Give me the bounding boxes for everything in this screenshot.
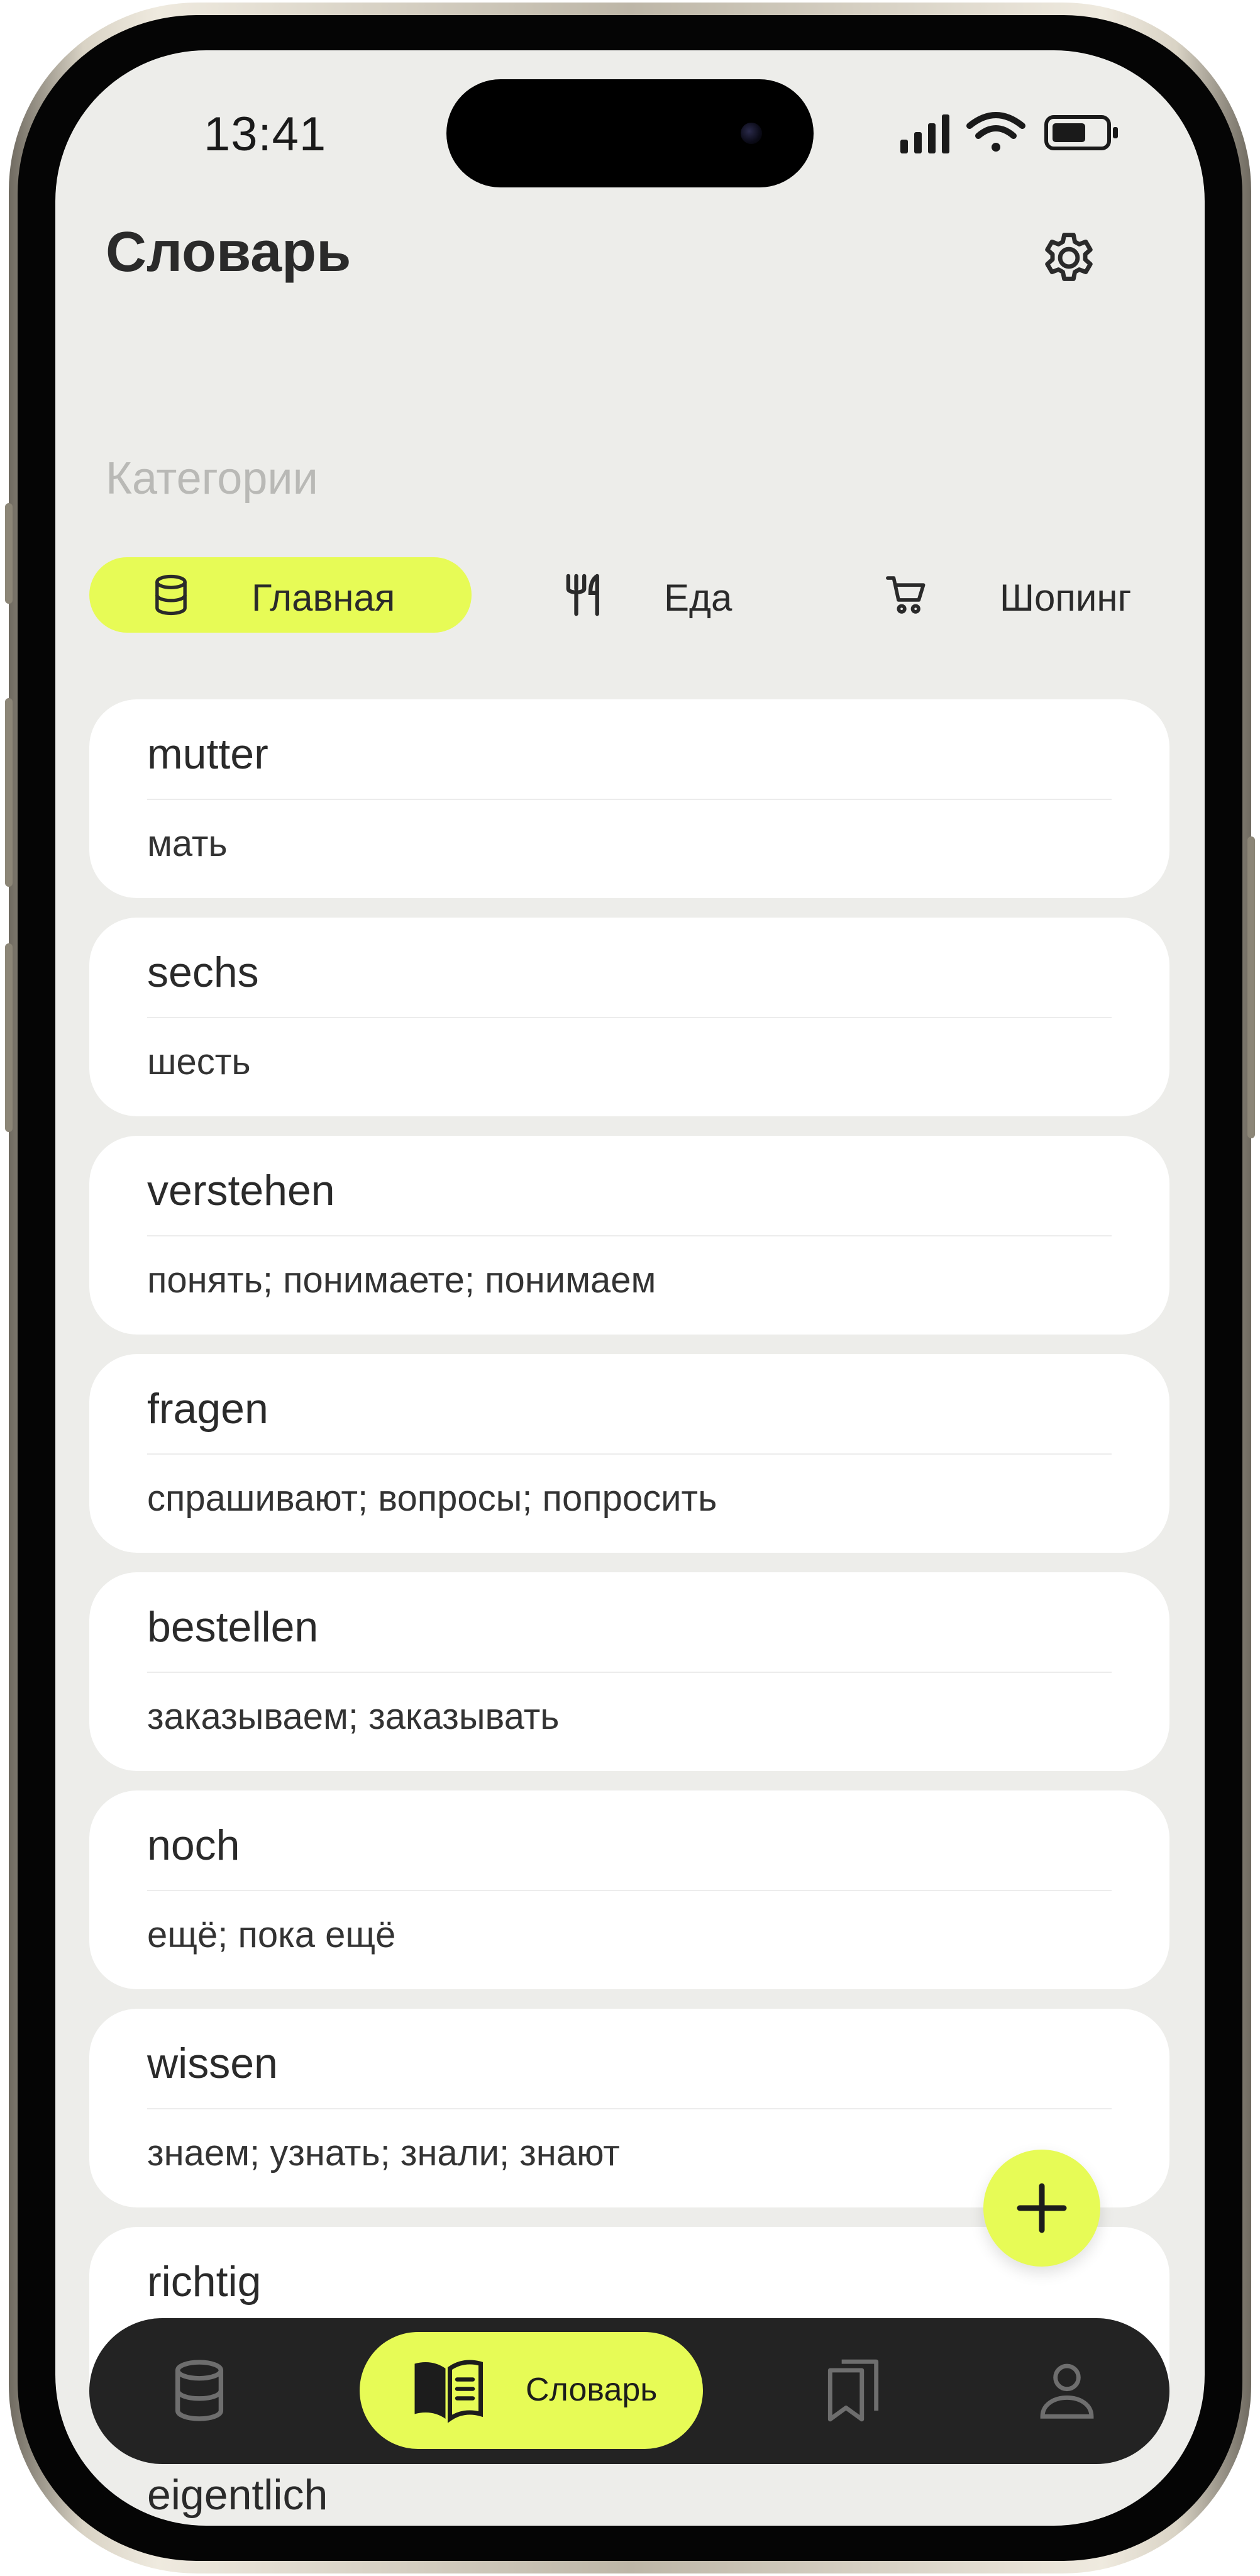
settings-button[interactable] — [1036, 225, 1102, 291]
word-text: sechs — [147, 948, 259, 996]
bottom-nav: Словарь — [89, 2318, 1169, 2464]
card-divider — [147, 799, 1112, 800]
word-card[interactable]: sechs шесть — [89, 918, 1169, 1116]
card-divider — [147, 1672, 1112, 1673]
word-card[interactable]: noch ещё; пока ещё — [89, 1790, 1169, 1989]
app-screen: 13:41 Словарь Категории Главная Еда Шопи… — [55, 50, 1205, 2526]
category-label-main: Главная — [251, 577, 395, 619]
word-card[interactable]: mutter мать — [89, 699, 1169, 898]
volume-up-button — [5, 698, 13, 887]
word-translation: шесть — [147, 1041, 251, 1082]
status-time: 13:41 — [204, 108, 327, 161]
fork-knife-icon — [566, 574, 599, 616]
nav-item-profile[interactable] — [1032, 2356, 1102, 2425]
battery-icon — [1044, 115, 1118, 150]
word-card[interactable]: verstehen понять; понимаете; понимаем — [89, 1136, 1169, 1335]
page-title: Словарь — [106, 221, 351, 284]
word-translation: мать — [147, 823, 228, 864]
category-chip-main[interactable]: Главная — [89, 557, 472, 633]
status-icons — [895, 108, 1159, 158]
word-text: bestellen — [147, 1603, 319, 1651]
card-divider — [147, 1017, 1112, 1018]
plus-icon — [1017, 2183, 1067, 2233]
word-text: fragen — [147, 1385, 268, 1433]
word-card[interactable]: fragen спрашивают; вопросы; попросить — [89, 1354, 1169, 1553]
word-text: mutter — [147, 730, 268, 778]
word-translation: знаем; узнать; знали; знают — [147, 2133, 620, 2174]
card-divider — [147, 1890, 1112, 1891]
database-icon — [155, 574, 187, 616]
open-book-icon — [414, 2360, 483, 2423]
wifi-icon — [966, 112, 1025, 152]
word-text: verstehen — [147, 1167, 335, 1214]
word-text: richtig — [147, 2258, 262, 2306]
word-text: eigentlich — [147, 2471, 328, 2519]
gear-icon — [1045, 233, 1093, 281]
nav-item-dictionary-label: Словарь — [526, 2372, 658, 2408]
card-divider — [147, 2108, 1112, 2109]
card-divider — [147, 1453, 1112, 1455]
nav-item-dictionary[interactable]: Словарь — [360, 2332, 703, 2449]
category-label-shopping: Шопинг — [1000, 577, 1132, 619]
volume-down-button — [5, 943, 13, 1132]
category-label-food: Еда — [664, 577, 732, 619]
cellular-signal-icon — [900, 114, 949, 153]
card-divider — [147, 1235, 1112, 1236]
person-icon — [1040, 2363, 1094, 2419]
word-translation: спрашивают; вопросы; попросить — [147, 1478, 717, 1519]
nav-item-categories[interactable] — [165, 2356, 234, 2425]
front-camera — [741, 123, 762, 144]
categories-label: Категории — [106, 453, 318, 504]
word-text: wissen — [147, 2040, 278, 2087]
database-icon — [175, 2360, 224, 2421]
bookmarks-icon — [827, 2359, 879, 2422]
word-text: noch — [147, 1821, 240, 1869]
word-translation: заказываем; заказывать — [147, 1696, 560, 1737]
word-card[interactable]: bestellen заказываем; заказывать — [89, 1572, 1169, 1771]
nav-item-bookmarks[interactable] — [819, 2356, 888, 2425]
category-chip-food[interactable]: Еда — [558, 557, 822, 633]
word-translation: ещё; пока ещё — [147, 1914, 396, 1955]
cart-icon — [886, 576, 926, 614]
word-translation: понять; понимаете; понимаем — [147, 1260, 656, 1301]
power-button — [1247, 836, 1255, 1138]
category-chip-shopping[interactable]: Шопинг — [883, 557, 1197, 633]
action-button — [5, 503, 13, 604]
add-word-button[interactable] — [983, 2150, 1100, 2267]
